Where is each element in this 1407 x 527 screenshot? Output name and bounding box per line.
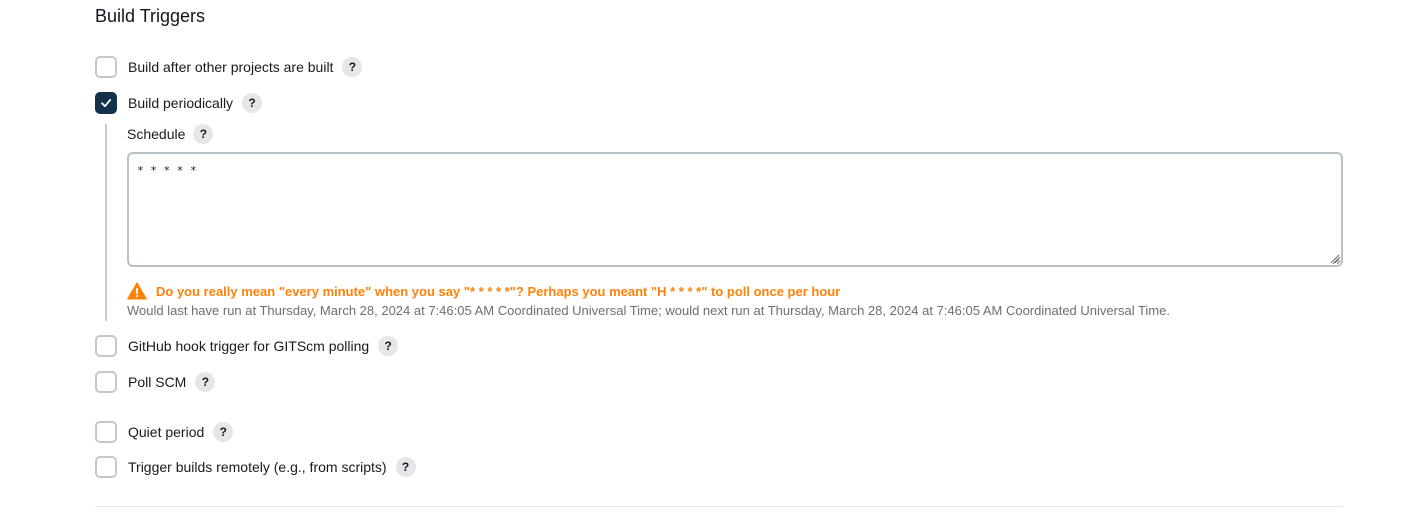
checkbox[interactable] [95,421,117,443]
trigger-builds-remotely[interactable]: Trigger builds remotely (e.g., from scri… [95,456,416,478]
checkbox[interactable] [95,335,117,357]
trigger-quiet-period[interactable]: Quiet period ? [95,421,234,443]
trigger-build-after-other-projects[interactable]: Build after other projects are built ? [95,56,363,78]
section-title: Build Triggers [95,6,206,26]
warning-text: Do you really mean "every minute" when y… [156,283,841,299]
help-icon[interactable]: ? [193,124,214,144]
trigger-build-periodically[interactable]: Build periodically ? [95,92,263,114]
checkbox-checked[interactable] [95,92,117,114]
checkbox[interactable] [95,371,117,393]
checkbox[interactable] [95,456,117,478]
trigger-label: Quiet period [128,424,205,440]
help-icon[interactable]: ? [213,422,234,442]
trigger-label: Build after other projects are built [128,59,334,75]
schedule-info: Would last have run at Thursday, March 2… [127,303,1170,318]
check-icon [101,98,112,108]
nested-section-bar [105,124,107,321]
schedule-warning: Do you really mean "every minute" when y… [127,281,840,301]
schedule-label-row: Schedule ? [127,123,214,145]
checkbox[interactable] [95,56,117,78]
trigger-github-hook[interactable]: GitHub hook trigger for GITScm polling ? [95,335,399,357]
trigger-poll-scm[interactable]: Poll SCM ? [95,371,216,393]
trigger-label: GitHub hook trigger for GITScm polling [128,338,370,354]
help-icon[interactable]: ? [378,336,399,356]
build-triggers-page: Build Triggers Build after other project… [0,0,1407,527]
schedule-label: Schedule [127,126,186,142]
schedule-input[interactable]: * * * * * [127,152,1343,267]
help-icon[interactable]: ? [342,57,363,77]
section-divider [95,506,1343,507]
trigger-label: Poll SCM [128,374,187,390]
trigger-label: Build periodically [128,95,234,111]
help-icon[interactable]: ? [395,457,416,477]
help-icon[interactable]: ? [195,372,216,392]
help-icon[interactable]: ? [242,93,263,113]
trigger-label: Trigger builds remotely (e.g., from scri… [128,459,387,475]
warning-triangle-icon [127,282,147,300]
